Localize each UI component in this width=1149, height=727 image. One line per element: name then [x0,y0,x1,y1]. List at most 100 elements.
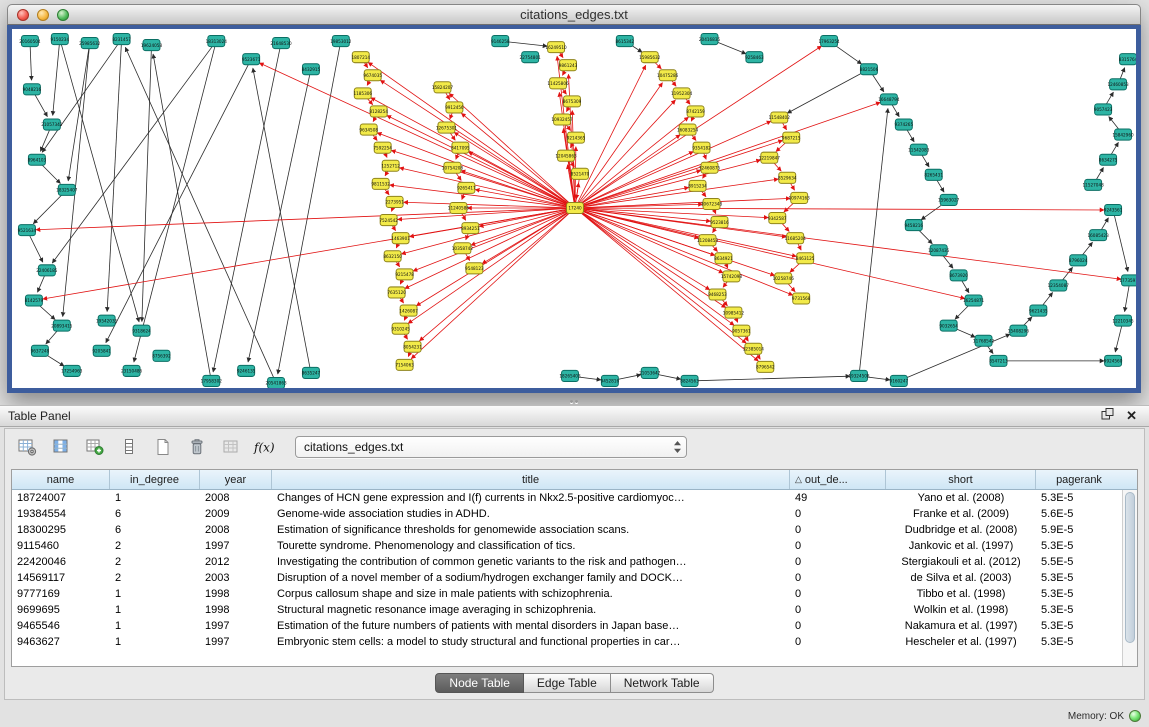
graph-node[interactable]: 9032654 [939,320,958,331]
table-row[interactable]: 911546021997Tourette syndrome. Phenomeno… [12,538,1122,554]
graph-node[interactable]: 9523816 [710,217,729,228]
close-panel-icon[interactable]: ✕ [1126,410,1137,422]
graph-node[interactable]: 22754801 [520,52,542,63]
graph-node[interactable]: 8634921 [714,253,733,264]
table-cell[interactable]: Corpus callosum shape and size in male p… [272,588,790,600]
graph-node[interactable]: 9458216 [905,220,924,231]
graph-node[interactable]: 9523671 [242,54,261,65]
graph-node[interactable]: 8742159 [686,106,705,117]
graph-node[interactable]: 9215478 [395,269,414,280]
graph-edge[interactable] [377,133,575,208]
table-cell[interactable]: 0 [790,604,886,616]
table-cell[interactable]: 1 [110,636,200,648]
table-cell[interactable]: Disruption of a novel member of a sodium… [272,572,790,584]
graph-edge[interactable] [248,69,311,362]
graph-node[interactable]: 8675309 [563,96,582,107]
graph-node[interactable]: 25985632 [79,38,101,49]
graph-node[interactable]: 18313024 [206,36,228,47]
table-cell[interactable]: Nakamura et al. (1997) [886,620,1036,632]
graph-node[interactable]: 11240586 [448,202,470,213]
table-cell[interactable]: Genome-wide association studies in ADHD. [272,508,790,520]
graph-node[interactable]: 17254963 [61,365,83,376]
table-cell[interactable]: 5.5E-5 [1036,556,1122,568]
table-cell[interactable]: 22420046 [12,556,110,568]
table-cell[interactable]: 14569117 [12,572,110,584]
graph-node[interactable]: 18265403 [559,370,581,381]
graph-edge[interactable] [408,208,575,324]
table-cell[interactable]: 2008 [200,492,272,504]
graph-node[interactable]: 7592254 [373,142,392,153]
graph-node[interactable]: 11548402 [769,112,791,123]
table-cell[interactable]: 0 [790,636,886,648]
table-cell[interactable]: 9777169 [12,588,110,600]
graph-node[interactable]: 10974163 [789,192,811,203]
graph-node[interactable]: 10258746 [773,273,795,284]
table-cell[interactable]: 1997 [200,540,272,552]
graph-node[interactable]: 15408296 [1008,325,1030,336]
graph-edge[interactable] [278,41,341,374]
graph-edge[interactable] [413,208,575,271]
graph-node[interactable]: 8315764 [1119,54,1136,65]
graph-node[interactable]: 8265431 [924,169,943,180]
table-cell[interactable]: 1998 [200,604,272,616]
graph-node[interactable]: 12675301 [436,122,458,133]
table-cell[interactable]: 1997 [200,636,272,648]
graph-node[interactable]: 8821506 [860,64,879,75]
graph-node[interactable]: 10754208 [442,162,464,173]
graph-node[interactable]: 7154063 [395,359,414,370]
table-cell[interactable]: 0 [790,588,886,600]
graph-edge[interactable] [213,43,281,372]
show-columns-icon[interactable] [49,436,73,458]
table-cell[interactable]: 6 [110,524,200,536]
graph-node[interactable]: 20416835 [699,34,721,45]
graph-node[interactable]: 12385014 [743,343,765,354]
tab-node-table[interactable]: Node Table [435,673,524,693]
graph-node[interactable]: 8529634 [778,172,797,183]
graph-edge[interactable] [153,54,211,381]
graph-node[interactable]: 11952304 [671,88,693,99]
graph-node[interactable]: 9811532 [371,178,390,189]
graph-node[interactable]: 19624058 [141,40,163,51]
graph-node[interactable]: 9924560 [1104,355,1123,366]
table-cell[interactable]: 5.3E-5 [1036,540,1122,552]
graph-node[interactable]: 10985412 [723,307,745,318]
graph-edge[interactable] [419,208,575,341]
table-cell[interactable]: 9463627 [12,636,110,648]
table-cell[interactable]: 5.9E-5 [1036,524,1122,536]
table-cell[interactable]: 2008 [200,524,272,536]
graph-node[interactable]: 16085423 [1088,230,1110,241]
graph-node[interactable]: 11208453 [697,235,719,246]
graph-node[interactable]: 1426087 [399,305,418,316]
graph-node[interactable]: 9243561 [1104,204,1123,215]
graph-node[interactable]: 19542035 [96,315,118,326]
float-panel-icon[interactable] [1101,407,1114,425]
graph-edge[interactable] [411,208,575,359]
graph-node[interactable]: 22406185 [36,265,58,276]
graph-node[interactable]: 9521634 [18,225,37,236]
table-vertical-scrollbar[interactable] [1122,490,1137,666]
table-cell[interactable]: 1998 [200,588,272,600]
graph-node[interactable]: 9354182 [692,142,711,153]
graph-edge[interactable] [43,208,575,299]
table-cell[interactable]: 5.3E-5 [1036,604,1122,616]
graph-node[interactable]: 12087435 [928,245,950,256]
graph-node[interactable]: 19853012 [330,36,352,47]
graph-node[interactable]: 8632150 [383,251,402,262]
graph-node[interactable]: 20541863 [265,377,287,388]
graph-node[interactable]: 11425806 [547,78,569,89]
table-cell[interactable]: 9465546 [12,620,110,632]
graph-node[interactable]: 12219847 [759,152,781,163]
graph-edge[interactable] [1113,210,1128,272]
table-cell[interactable]: Stergiakouli et al. (2012) [886,556,1036,568]
graph-edge[interactable] [380,80,575,208]
table-cell[interactable]: Jankovic et al. (1997) [886,540,1036,552]
graph-node[interactable]: 9310245 [391,323,410,334]
graph-node[interactable]: 9246135 [237,365,256,376]
graph-node[interactable]: 7635120 [387,287,406,298]
graph-node[interactable]: 15842960 [1112,129,1134,140]
graph-edge[interactable] [52,41,216,263]
table-row[interactable]: 2242004622012Investigating the contribut… [12,554,1122,570]
graph-node[interactable]: 8915234 [688,180,707,191]
table-cell[interactable]: Hescheler et al. (1997) [886,636,1036,648]
table-cell[interactable]: Changes of HCN gene expression and I(f) … [272,492,790,504]
